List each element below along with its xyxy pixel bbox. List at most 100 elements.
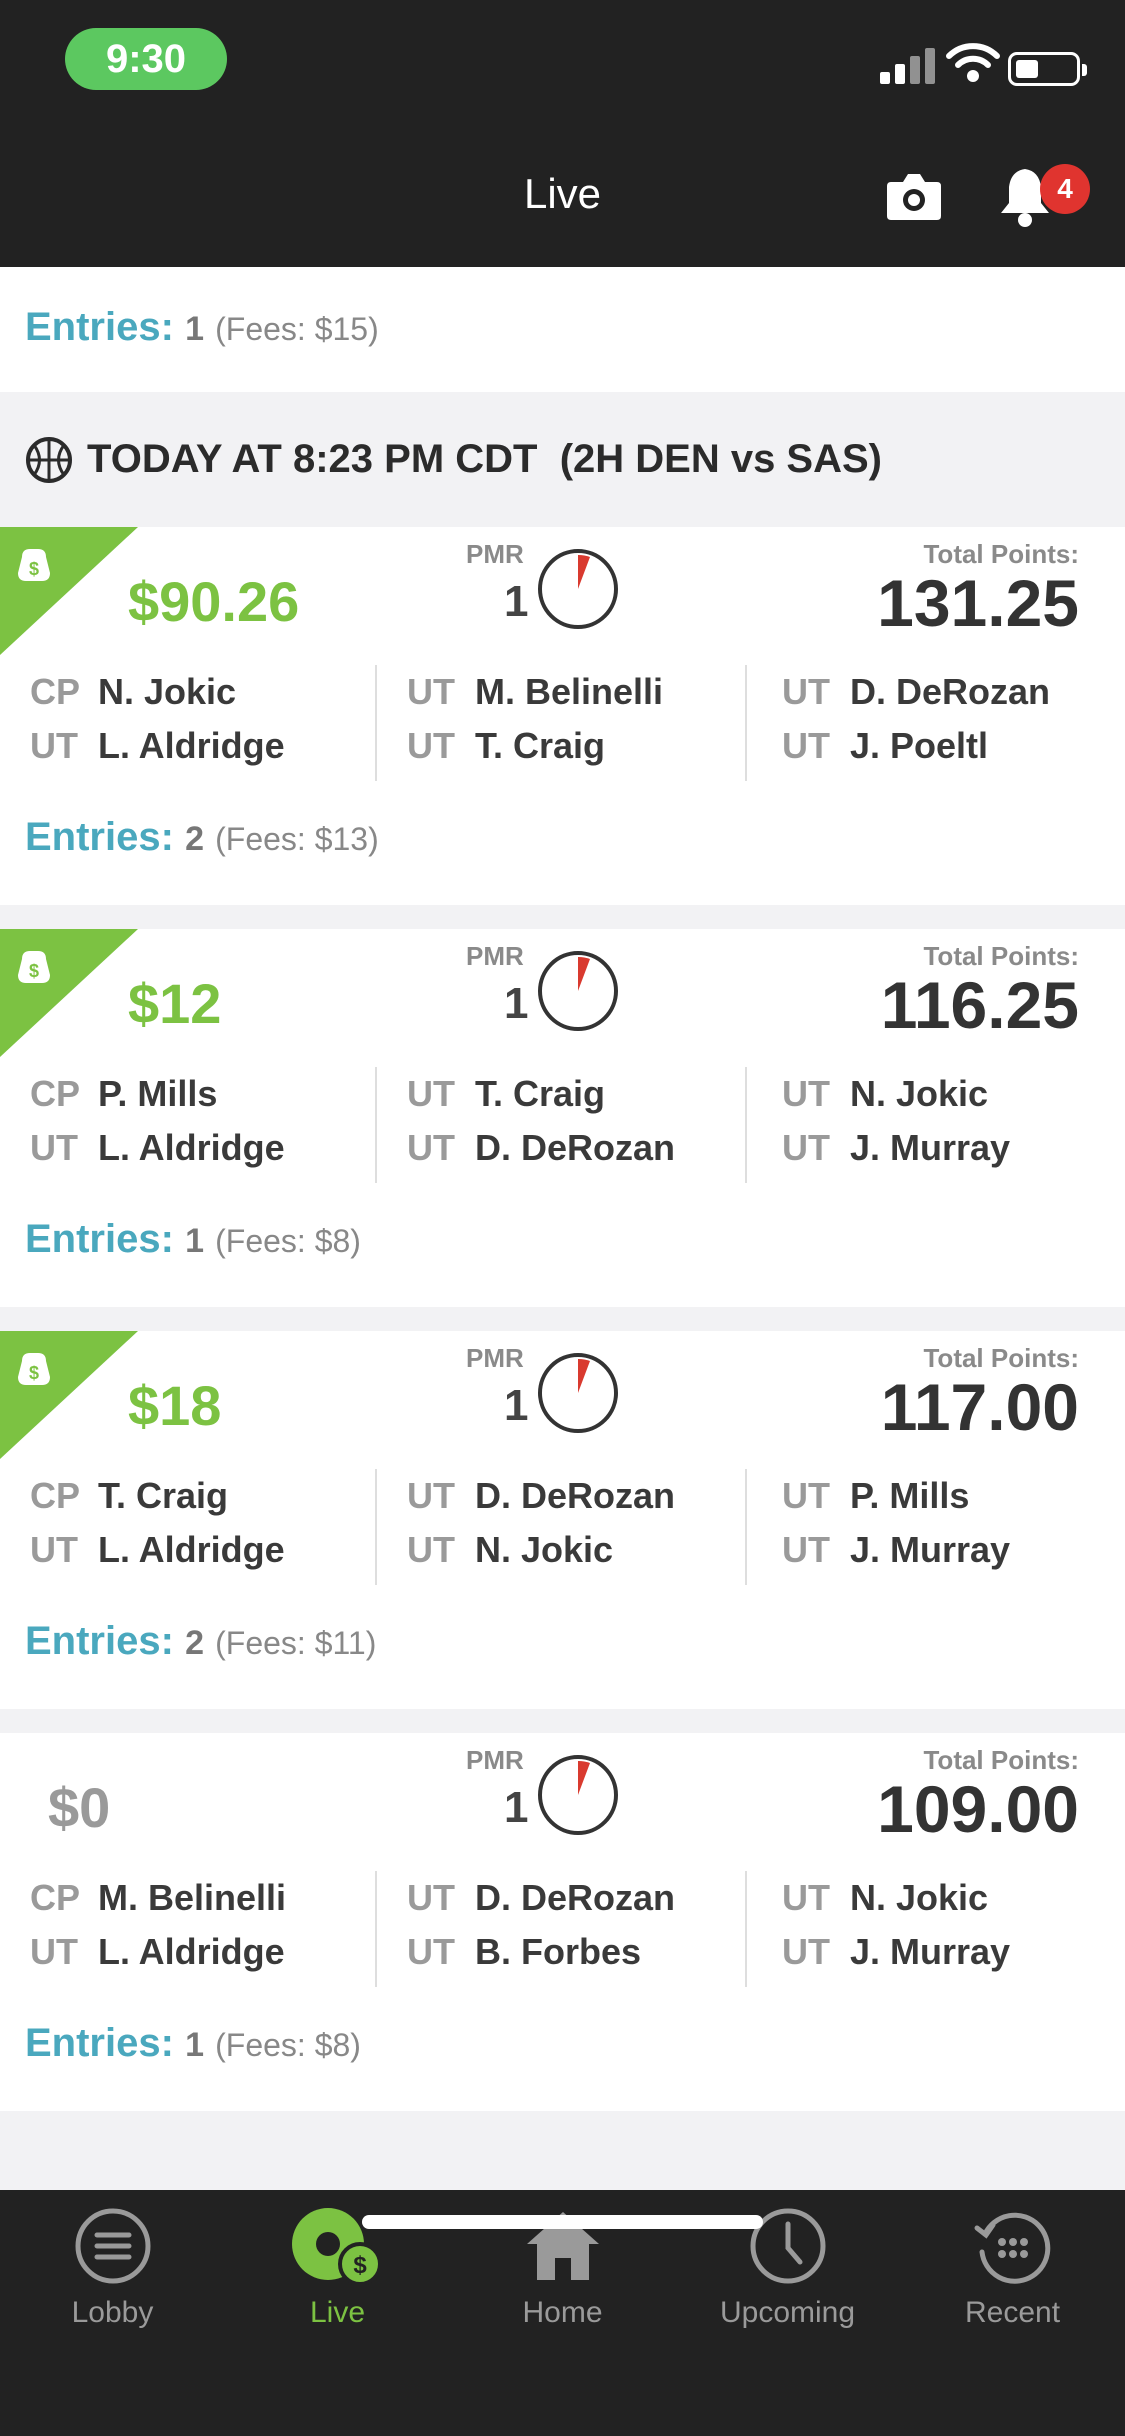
player-row[interactable]: UT N. Jokic xyxy=(782,1871,1010,1925)
wifi-icon xyxy=(946,43,1000,82)
player-position: UT xyxy=(782,1073,830,1114)
entries-label: Entries: xyxy=(25,815,174,859)
player-position: CP xyxy=(30,671,81,712)
entries-fees: (Fees: $13) xyxy=(215,821,379,857)
entries-count: 2 xyxy=(185,1624,204,1662)
player-column: CP M. Belinelli UT L. Aldridge xyxy=(30,1871,286,1987)
pmr-label: PMR xyxy=(466,1745,524,1775)
player-position: UT xyxy=(407,725,455,766)
player-position: UT xyxy=(30,1127,78,1168)
player-name: J. Murray xyxy=(850,1931,1011,1972)
player-name: D. DeRozan xyxy=(475,1475,676,1516)
player-row[interactable]: CP M. Belinelli xyxy=(30,1871,286,1925)
player-row[interactable]: UT B. Forbes xyxy=(407,1925,675,1979)
player-name: N. Jokic xyxy=(475,1529,614,1570)
contest-card[interactable]: $ $18 PMR 1 Total Points: 117.00 CP T. C… xyxy=(0,1331,1125,1709)
tab-lobby[interactable]: Lobby xyxy=(0,2206,225,2346)
player-row[interactable]: UT M. Belinelli xyxy=(407,665,663,719)
entries-fees: (Fees: $15) xyxy=(215,311,379,347)
tab-home-label: Home xyxy=(522,2296,603,2329)
pmr-value: 1 xyxy=(504,1381,529,1430)
player-row[interactable]: UT J. Poeltl xyxy=(782,719,1050,773)
pmr-label: PMR xyxy=(466,941,524,971)
player-name: P. Mills xyxy=(98,1073,218,1114)
menu-icon xyxy=(75,2208,150,2284)
player-column: UT D. DeRozan UT B. Forbes xyxy=(375,1871,675,1987)
player-row[interactable]: UT J. Murray xyxy=(782,1925,1010,1979)
player-row[interactable]: UT N. Jokic xyxy=(782,1067,1010,1121)
winning-flag-icon: $ xyxy=(0,1331,138,1459)
svg-text:$: $ xyxy=(29,1363,39,1383)
basketball-icon xyxy=(26,436,72,483)
player-name: M. Belinelli xyxy=(98,1877,287,1918)
player-row[interactable]: CP T. Craig xyxy=(30,1469,285,1523)
player-name: B. Forbes xyxy=(475,1931,642,1972)
player-column: UT N. Jokic UT J. Murray xyxy=(745,1067,1010,1183)
lineup: CP N. Jokic UT L. Aldridge UT M. Belinel… xyxy=(0,665,1125,781)
player-row[interactable]: UT L. Aldridge xyxy=(30,1523,285,1577)
player-row[interactable]: CP P. Mills xyxy=(30,1067,285,1121)
player-name: J. Murray xyxy=(850,1529,1011,1570)
player-row[interactable]: UT D. DeRozan xyxy=(407,1121,675,1175)
player-row[interactable]: UT L. Aldridge xyxy=(30,1925,286,1979)
player-row[interactable]: UT P. Mills xyxy=(782,1469,1010,1523)
tab-recent[interactable]: Recent xyxy=(900,2206,1125,2346)
player-row[interactable]: CP N. Jokic xyxy=(30,665,285,719)
player-row[interactable]: UT D. DeRozan xyxy=(407,1871,675,1925)
player-name: T. Craig xyxy=(98,1475,229,1516)
player-column: CP P. Mills UT L. Aldridge xyxy=(30,1067,285,1183)
svg-text:$: $ xyxy=(29,559,39,579)
player-name: J. Poeltl xyxy=(850,725,989,766)
contest-card[interactable]: $ $90.26 PMR 1 Total Points: 131.25 CP N… xyxy=(0,527,1125,905)
player-row[interactable]: UT J. Murray xyxy=(782,1121,1010,1175)
tab-live-label: Live xyxy=(309,2296,366,2329)
svg-text:$: $ xyxy=(29,961,39,981)
live-contest-list[interactable]: Entries: 1 (Fees: $15) TODAY AT 8:23 PM … xyxy=(0,267,1125,2190)
player-name: P. Mills xyxy=(850,1475,970,1516)
player-position: UT xyxy=(782,1877,830,1918)
player-name: T. Craig xyxy=(475,1073,606,1114)
player-row[interactable]: UT N. Jokic xyxy=(407,1523,675,1577)
contest-card[interactable]: $0 PMR 1 Total Points: 109.00 CP M. Beli… xyxy=(0,1733,1125,2111)
entries-count: 1 xyxy=(185,2026,204,2064)
entries-label: Entries: xyxy=(25,2021,174,2065)
winnings-amount: $0 xyxy=(48,1776,111,1839)
winnings-amount: $18 xyxy=(128,1374,222,1437)
pmr-clock-icon xyxy=(538,1755,618,1835)
pmr-label: PMR xyxy=(466,1343,524,1373)
player-column: UT N. Jokic UT J. Murray xyxy=(745,1871,1010,1987)
player-position: UT xyxy=(407,1127,455,1168)
camera-icon[interactable] xyxy=(885,170,943,222)
player-position: UT xyxy=(30,1529,78,1570)
entries-line: Entries: 1 (Fees: $15) xyxy=(25,305,1125,350)
winning-flag-icon: $ xyxy=(0,527,138,655)
pmr-value: 1 xyxy=(504,979,529,1028)
pmr-value: 1 xyxy=(504,577,529,626)
home-indicator[interactable] xyxy=(362,2215,763,2229)
player-row[interactable]: UT T. Craig xyxy=(407,1067,675,1121)
player-row[interactable]: UT L. Aldridge xyxy=(30,719,285,773)
player-position: UT xyxy=(407,1877,455,1918)
player-name: J. Murray xyxy=(850,1127,1011,1168)
entries-line: Entries: 1 (Fees: $8) xyxy=(25,2021,361,2066)
notification-badge: 4 xyxy=(1040,164,1090,214)
player-row[interactable]: UT T. Craig xyxy=(407,719,663,773)
player-position: UT xyxy=(407,1475,455,1516)
winnings-amount: $12 xyxy=(128,972,222,1035)
top-bar: 9:30 Live 4 xyxy=(0,0,1125,267)
player-row[interactable]: UT D. DeRozan xyxy=(782,665,1050,719)
pmr-clock-icon xyxy=(538,549,618,629)
player-name: T. Craig xyxy=(475,725,606,766)
entries-count: 1 xyxy=(185,310,204,348)
page-title: Live xyxy=(523,170,602,217)
player-position: UT xyxy=(30,1931,78,1972)
player-name: D. DeRozan xyxy=(850,671,1051,712)
contest-card[interactable]: $ $12 PMR 1 Total Points: 116.25 CP P. M… xyxy=(0,929,1125,1307)
svg-text:$: $ xyxy=(353,2252,367,2279)
player-position: UT xyxy=(782,1127,830,1168)
player-row[interactable]: UT L. Aldridge xyxy=(30,1121,285,1175)
status-time: 9:30 xyxy=(65,28,227,90)
player-row[interactable]: UT J. Murray xyxy=(782,1523,1010,1577)
player-name: L. Aldridge xyxy=(98,1529,285,1570)
player-row[interactable]: UT D. DeRozan xyxy=(407,1469,675,1523)
